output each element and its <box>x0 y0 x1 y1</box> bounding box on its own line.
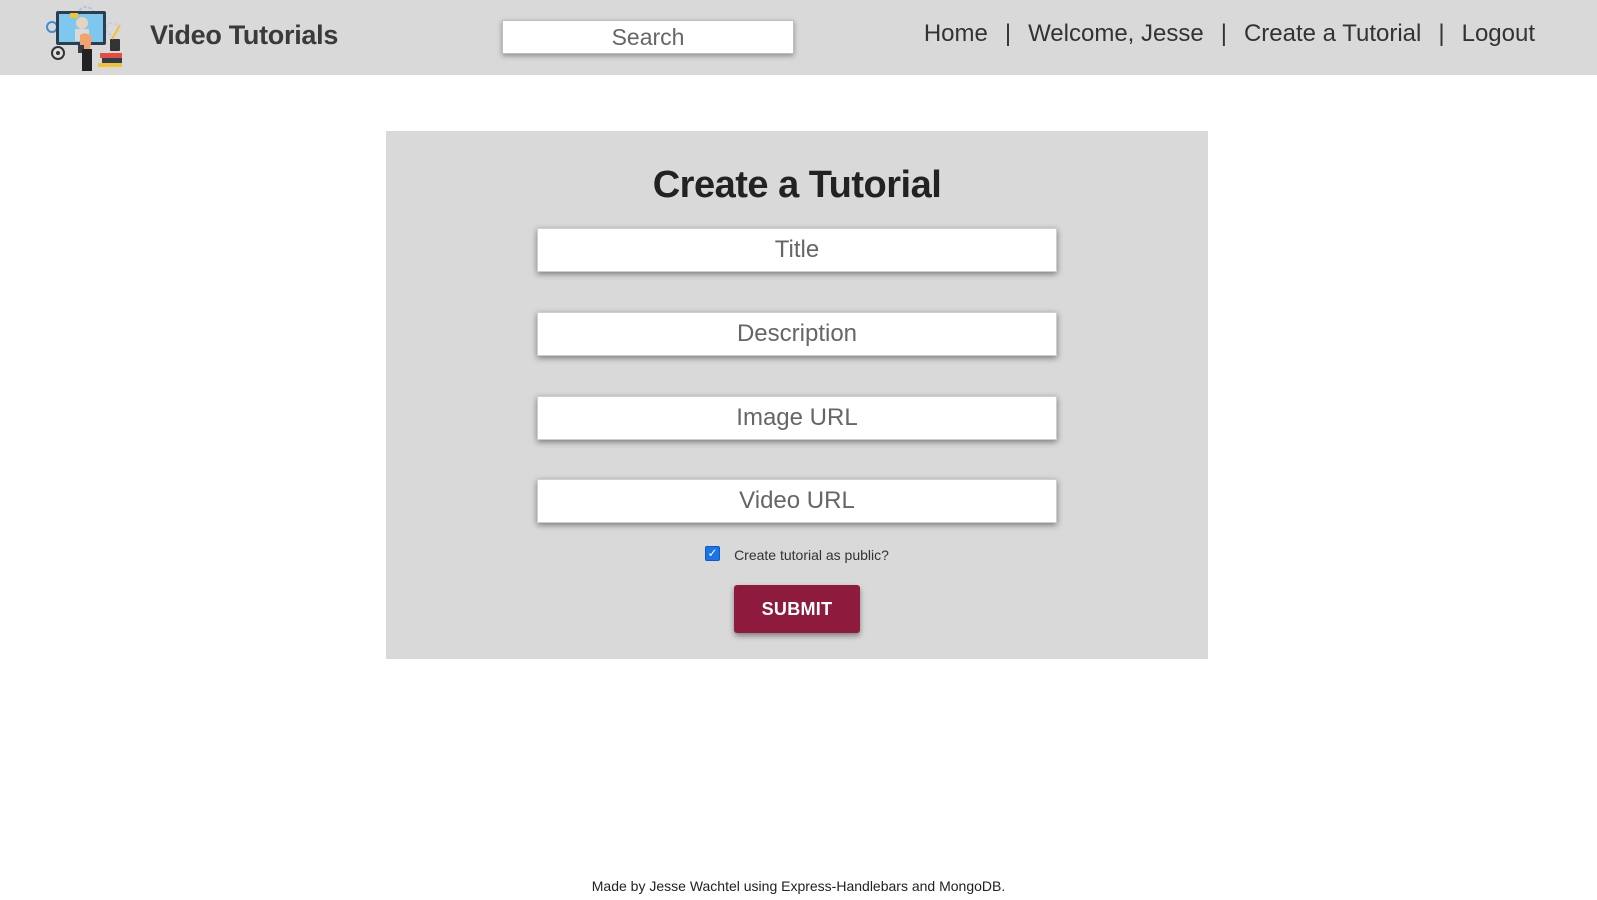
main-nav: Home | Welcome, Jesse | Create a Tutoria… <box>924 20 1535 48</box>
nav-separator: | <box>1004 20 1012 47</box>
top-header: Video Tutorials Home | Welcome, Jesse | … <box>0 0 1597 75</box>
nav-create-tutorial-link[interactable]: Create a Tutorial <box>1244 20 1421 48</box>
public-checkbox-label: Create tutorial as public? <box>734 547 889 563</box>
nav-separator: | <box>1438 20 1445 47</box>
public-option-row: ✓ Create tutorial as public? <box>386 545 1208 563</box>
brand-title[interactable]: Video Tutorials <box>150 20 338 51</box>
nav-welcome-link[interactable]: Welcome, Jesse <box>1028 20 1204 48</box>
video-url-input[interactable] <box>537 479 1057 523</box>
submit-button[interactable]: SUBMIT <box>734 585 860 633</box>
nav-home-link[interactable]: Home <box>924 20 988 48</box>
description-input[interactable] <box>537 312 1057 356</box>
image-url-input[interactable] <box>537 396 1057 440</box>
footer-credit: Made by Jesse Wachtel using Express-Hand… <box>591 878 1006 894</box>
search-input[interactable] <box>502 20 794 54</box>
nav-separator: | <box>1220 20 1227 47</box>
video-tutorial-logo-icon[interactable] <box>42 5 128 71</box>
public-checkbox[interactable]: ✓ <box>705 545 721 561</box>
form-title: Create a Tutorial <box>652 164 942 206</box>
title-input[interactable] <box>537 228 1057 272</box>
checkmark-icon: ✓ <box>707 546 718 560</box>
create-tutorial-form: Create a Tutorial ✓ Create tutorial as p… <box>386 131 1208 659</box>
nav-logout-link[interactable]: Logout <box>1462 20 1535 48</box>
